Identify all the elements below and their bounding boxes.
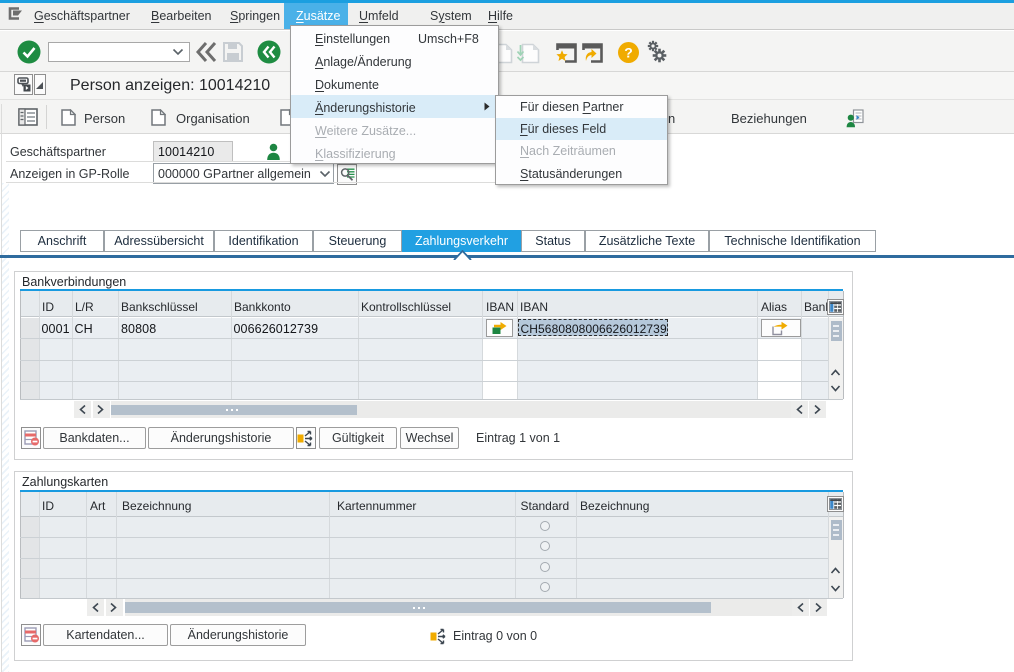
svg-text:?: ? <box>624 45 633 61</box>
